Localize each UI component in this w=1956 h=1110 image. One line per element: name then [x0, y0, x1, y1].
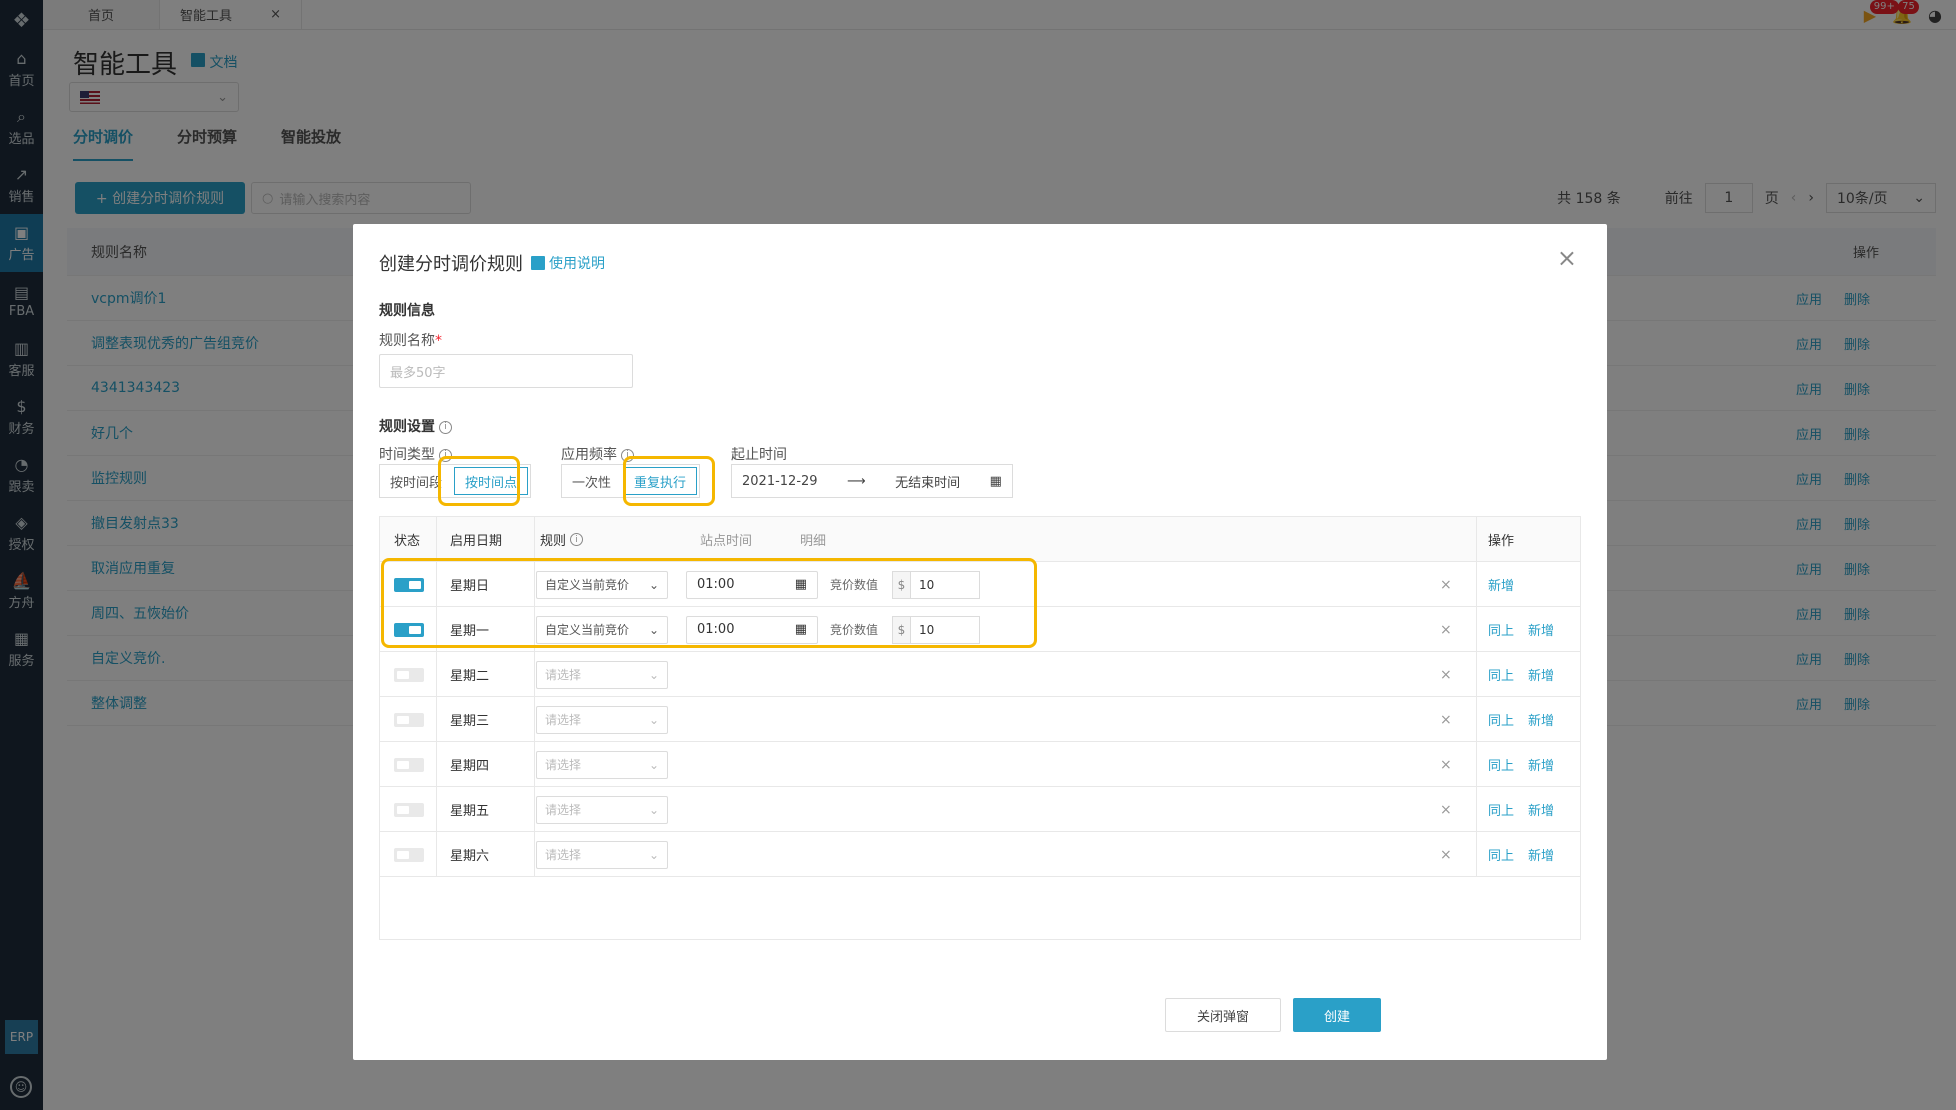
add-link[interactable]: 新增 — [1528, 755, 1554, 774]
add-link[interactable]: 新增 — [1528, 620, 1554, 639]
rule-select-value: 请选择 — [545, 713, 582, 727]
weekday-label: 星期四 — [450, 759, 490, 774]
rule-select[interactable]: 请选择 ⌄ — [536, 840, 668, 869]
same-as-above-link[interactable]: 同上 — [1488, 845, 1514, 864]
highlight-time-point — [438, 456, 520, 506]
schedule-row: 星期五 请选择 ⌄ × 同上 新增 — [380, 787, 1580, 832]
rule-select[interactable]: 请选择 ⌄ — [536, 660, 668, 689]
section-rule-settings: 规则设置 i — [379, 416, 452, 436]
col-ops: 操作 — [1488, 534, 1515, 549]
add-link[interactable]: 新增 — [1528, 710, 1554, 729]
info-icon: i — [570, 533, 584, 546]
clear-icon[interactable]: × — [1440, 577, 1452, 593]
schedule-row: 星期二 请选择 ⌄ × 同上 新增 — [380, 652, 1580, 697]
enable-toggle[interactable] — [394, 757, 424, 772]
range-label: 起止时间 — [731, 447, 787, 463]
col-rule: 规则 i — [540, 517, 584, 562]
help-link-label: 使用说明 — [549, 256, 605, 272]
schedule-row: 星期六 请选择 ⌄ × 同上 新增 — [380, 832, 1580, 877]
highlight-repeat — [623, 456, 715, 506]
clear-icon[interactable]: × — [1440, 712, 1452, 728]
col-status: 状态 — [394, 534, 421, 549]
weekday-label: 星期五 — [450, 804, 490, 819]
info-icon: i — [439, 420, 452, 434]
help-link[interactable]: 使用说明 — [531, 253, 605, 273]
add-link[interactable]: 新增 — [1488, 575, 1514, 594]
clear-icon[interactable]: × — [1440, 667, 1452, 683]
modal-title-text: 创建分时调价规则 — [379, 254, 523, 275]
enable-toggle[interactable] — [394, 847, 424, 862]
close-icon[interactable]: × — [1557, 244, 1577, 272]
add-link[interactable]: 新增 — [1528, 665, 1554, 684]
rule-select[interactable]: 请选择 ⌄ — [536, 750, 668, 779]
highlight-configured-rows — [381, 558, 1037, 648]
rule-select-value: 请选择 — [545, 758, 582, 772]
chevron-down-icon: ⌄ — [648, 757, 659, 772]
create-rule-modal: 创建分时调价规则 使用说明 × 规则信息 规则名称* 最多50字 规则设置 i 时… — [353, 224, 1607, 1060]
chevron-down-icon: ⌄ — [648, 802, 659, 817]
chevron-down-icon: ⌄ — [648, 667, 659, 682]
close-modal-button[interactable]: 关闭弹窗 — [1165, 998, 1281, 1032]
weekday-label: 星期三 — [450, 714, 490, 729]
add-link[interactable]: 新增 — [1528, 845, 1554, 864]
date-range-picker[interactable]: 2021-12-29 ⟶ 无结束时间 ▦ — [731, 464, 1013, 498]
option-once[interactable]: 一次性 — [562, 465, 621, 497]
enable-toggle[interactable] — [394, 712, 424, 727]
add-link[interactable]: 新增 — [1528, 800, 1554, 819]
rule-select[interactable]: 请选择 ⌄ — [536, 705, 668, 734]
chevron-down-icon: ⌄ — [648, 712, 659, 727]
col-date: 启用日期 — [450, 534, 503, 549]
rule-select[interactable]: 请选择 ⌄ — [536, 795, 668, 824]
schedule-header: 状态 启用日期 规则 i 站点时间 明细 操作 — [380, 517, 1580, 562]
range-start: 2021-12-29 — [742, 473, 818, 489]
arrow-right-icon: ⟶ — [847, 473, 866, 489]
rule-select-value: 请选择 — [545, 803, 582, 817]
schedule-row: 星期三 请选择 ⌄ × 同上 新增 — [380, 697, 1580, 742]
chevron-down-icon: ⌄ — [648, 847, 659, 862]
weekday-label: 星期六 — [450, 849, 490, 864]
section-rule-info: 规则信息 — [379, 303, 435, 319]
rule-select-value: 请选择 — [545, 848, 582, 862]
col-site-time: 站点时间 — [700, 534, 753, 549]
clear-icon[interactable]: × — [1440, 622, 1452, 638]
enable-toggle[interactable] — [394, 802, 424, 817]
create-button[interactable]: 创建 — [1293, 998, 1381, 1032]
same-as-above-link[interactable]: 同上 — [1488, 800, 1514, 819]
book-icon — [531, 256, 545, 270]
modal-title: 创建分时调价规则 使用说明 — [379, 250, 605, 276]
rule-name-label: 规则名称* — [379, 333, 442, 349]
col-detail: 明细 — [800, 534, 827, 549]
same-as-above-link[interactable]: 同上 — [1488, 755, 1514, 774]
same-as-above-link[interactable]: 同上 — [1488, 710, 1514, 729]
range-end: 无结束时间 — [895, 475, 961, 491]
clear-icon[interactable]: × — [1440, 802, 1452, 818]
same-as-above-link[interactable]: 同上 — [1488, 665, 1514, 684]
schedule-row: 星期四 请选择 ⌄ × 同上 新增 — [380, 742, 1580, 787]
clear-icon[interactable]: × — [1440, 847, 1452, 863]
column-divider — [1476, 517, 1477, 877]
same-as-above-link[interactable]: 同上 — [1488, 620, 1514, 639]
rule-name-input[interactable]: 最多50字 — [379, 354, 633, 388]
calendar-icon: ▦ — [989, 473, 1002, 489]
weekday-label: 星期二 — [450, 669, 490, 684]
rule-select-value: 请选择 — [545, 668, 582, 682]
enable-toggle[interactable] — [394, 667, 424, 682]
clear-icon[interactable]: × — [1440, 757, 1452, 773]
